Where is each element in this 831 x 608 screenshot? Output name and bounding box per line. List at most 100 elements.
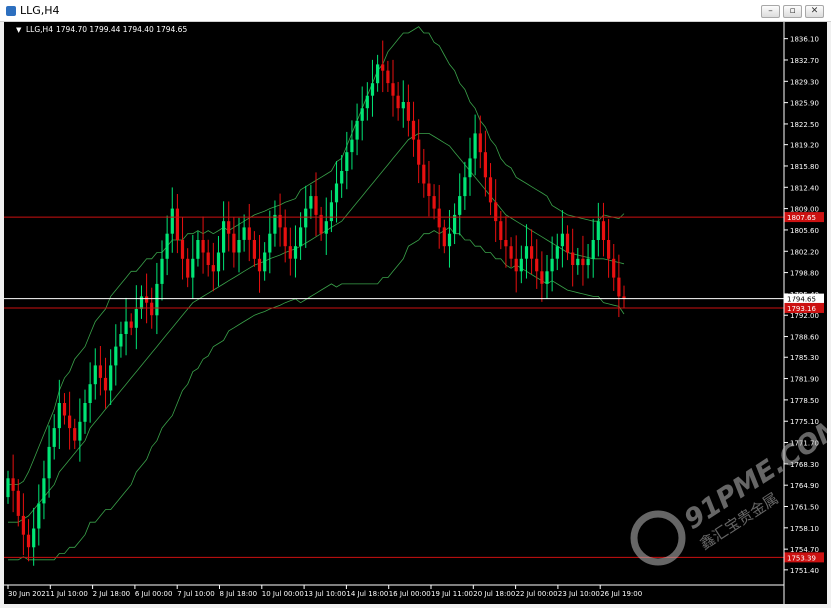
- candle-body: [463, 177, 467, 197]
- candle-body: [201, 240, 205, 253]
- candle-body: [237, 240, 241, 253]
- time-tick-label: 13 Jul 10:00: [304, 590, 346, 598]
- time-tick-label: 6 Jul 00:00: [135, 590, 173, 598]
- candle-body: [509, 246, 513, 259]
- candles: [6, 40, 626, 566]
- price-tick-label: 1809.00: [790, 206, 819, 214]
- candle-body: [160, 258, 164, 284]
- candle-body: [591, 240, 595, 259]
- candle-body: [191, 258, 195, 278]
- watermark-logo-icon: [630, 510, 686, 566]
- candle-body: [447, 233, 452, 247]
- candle-body: [530, 246, 534, 259]
- candle-body: [386, 70, 390, 84]
- time-tick-label: 23 Jul 10:00: [558, 590, 600, 598]
- candle-body: [473, 133, 477, 159]
- minimize-button[interactable]: –: [761, 5, 780, 18]
- candle-body: [612, 258, 616, 278]
- candle-body: [540, 271, 544, 284]
- candle-body: [494, 202, 498, 222]
- chart-symbol-label: LLG,H4: [26, 25, 53, 34]
- price-tick-label: 1754.70: [790, 546, 819, 554]
- candle-body: [422, 164, 426, 184]
- candle-body: [355, 120, 359, 140]
- candle-body: [109, 365, 113, 391]
- candle-body: [376, 64, 380, 84]
- candle-body: [499, 221, 503, 240]
- time-tick-label: 26 Jul 19:00: [600, 590, 642, 598]
- candle-body: [263, 252, 267, 272]
- close-button[interactable]: ✕: [805, 5, 824, 18]
- price-tick-label: 1819.20: [790, 142, 819, 150]
- price-chart[interactable]: 1807.651794.651793.161753.39 1836.101832…: [4, 22, 827, 604]
- candle-body: [211, 265, 215, 272]
- chart-header-triangle-icon: ▼: [16, 26, 22, 34]
- terminal-window: LLG,H4 – ▫ ✕ 1807.65 1794.65 1793.16 1753.3…: [0, 0, 831, 608]
- candle-body: [401, 102, 405, 109]
- price-tick-label: 1764.90: [790, 482, 819, 490]
- chart-area[interactable]: 1807.65 1794.65 1793.16 1753.39 1836.10 1832…: [4, 22, 827, 604]
- candle-body: [288, 246, 292, 259]
- candle-body: [350, 139, 354, 153]
- candle-body: [601, 221, 606, 240]
- candle-body: [42, 478, 46, 504]
- candle-body: [52, 428, 56, 447]
- candle-body: [268, 233, 272, 253]
- candle-body: [47, 446, 51, 479]
- candle-body: [124, 321, 128, 334]
- candle-body: [324, 221, 328, 234]
- candle-body: [571, 252, 575, 265]
- candle-body: [442, 227, 446, 247]
- time-tick-label: 16 Jul 00:00: [389, 590, 431, 598]
- price-tick-label: 1802.20: [790, 248, 819, 256]
- price-tick-label: 1825.90: [790, 100, 819, 108]
- candle-body: [37, 503, 41, 529]
- candle-body: [68, 415, 72, 429]
- candle-body: [391, 83, 395, 96]
- candle-body: [299, 227, 303, 247]
- candle-body: [432, 196, 436, 209]
- time-tick-label: 20 Jul 18:00: [473, 590, 515, 598]
- time-tick-label: 7 Jul 10:00: [177, 590, 215, 598]
- candle-body: [581, 258, 585, 266]
- candle-body: [88, 384, 92, 403]
- candle-body: [437, 208, 441, 228]
- candle-body: [180, 240, 185, 259]
- candle-body: [319, 214, 323, 234]
- candle-body: [309, 196, 313, 209]
- chart-ohlc-label: 1794.70 1799.44 1794.40 1794.65: [56, 25, 187, 34]
- candle-body: [360, 108, 364, 121]
- time-tick-label: 19 Jul 11:00: [431, 590, 473, 598]
- candle-body: [314, 196, 318, 215]
- candle-body: [114, 346, 118, 366]
- candle-body: [196, 240, 200, 259]
- candle-body: [406, 102, 410, 121]
- restore-button[interactable]: ▫: [783, 5, 802, 18]
- candle-body: [427, 183, 431, 196]
- candle-body: [232, 233, 236, 253]
- price-tick-label: 1785.30: [790, 354, 819, 362]
- candle-body: [257, 258, 262, 272]
- price-tick-label: 1795.40: [790, 291, 819, 299]
- candle-body: [78, 421, 82, 441]
- candle-body: [6, 478, 10, 498]
- candle-body: [345, 152, 349, 171]
- window-title: LLG,H4: [20, 4, 60, 17]
- candle-body: [458, 196, 462, 215]
- price-tick-label: 1815.80: [790, 163, 819, 171]
- candle-body: [535, 258, 539, 272]
- candle-body: [365, 95, 369, 109]
- candle-body: [417, 139, 421, 165]
- candle-body: [155, 283, 159, 316]
- time-tick-label: 8 Jul 18:00: [220, 590, 258, 598]
- price-tick-label: 1761.50: [790, 504, 819, 512]
- time-tick-label: 22 Jul 00:00: [516, 590, 558, 598]
- candle-body: [555, 246, 559, 259]
- candle-body: [514, 258, 518, 272]
- candle-body: [596, 221, 600, 240]
- candle-body: [293, 246, 298, 259]
- candle-body: [252, 240, 256, 259]
- candle-body: [453, 214, 457, 234]
- price-tick-label: 1781.90: [790, 376, 819, 384]
- time-tick-label: 2 Jul 18:00: [93, 590, 131, 598]
